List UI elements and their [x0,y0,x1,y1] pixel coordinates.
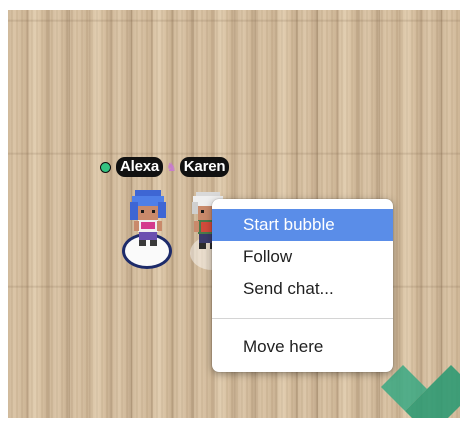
avatar-alexa[interactable] [126,188,170,254]
checkmark-logo-icon [381,365,460,418]
online-status-icon [100,161,111,173]
menu-item-follow[interactable]: Follow [212,241,393,273]
player-name-tags: Alexa ♞ Karen [100,156,230,178]
player-name-karen: Karen [179,157,230,177]
menu-item-move-here[interactable]: Move here [212,331,393,363]
context-menu: Start bubble Follow Send chat... Move he… [212,199,393,372]
unicorn-icon: ♞ [166,160,177,174]
menu-item-start-bubble[interactable]: Start bubble [212,209,393,241]
menu-divider [212,318,393,319]
menu-item-send-chat[interactable]: Send chat... [212,273,393,305]
player-name-alexa: Alexa [116,157,164,177]
